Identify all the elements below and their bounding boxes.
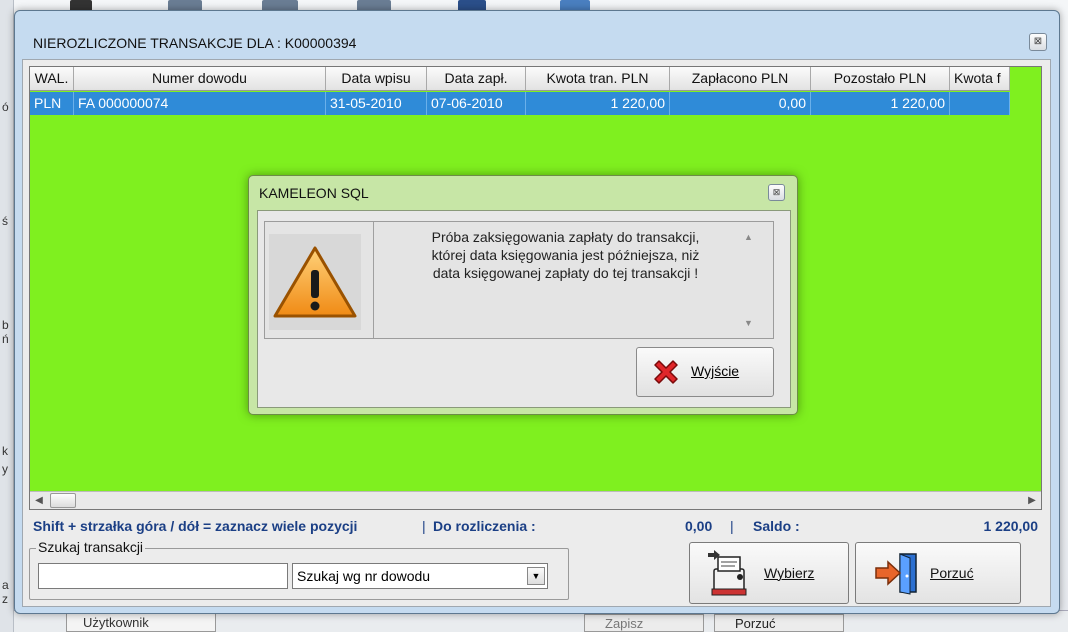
status-separator: | <box>730 518 734 534</box>
message-text: Próba zaksięgowania zapłaty do transakcj… <box>373 222 757 338</box>
message-line: data księgowanej zapłaty do tej transakc… <box>432 265 699 281</box>
search-group: Szukaj transakcji Szukaj wg nr dowodu ▼ <box>29 539 569 600</box>
scrollbar-thumb[interactable] <box>50 493 76 508</box>
abandon-button[interactable]: Porzuć <box>855 542 1021 604</box>
column-header-numer-dowodu[interactable]: Numer dowodu <box>74 67 326 90</box>
exit-door-icon <box>875 553 917 595</box>
search-mode-select[interactable]: Szukaj wg nr dowodu ▼ <box>292 563 548 589</box>
cell-zaplacono: 0,00 <box>670 92 811 115</box>
status-separator: | <box>422 518 426 534</box>
saldo-value: 1 220,00 <box>983 518 1039 534</box>
dialog-title: KAMELEON SQL <box>259 185 369 201</box>
grid-header: WAL. Numer dowodu Data wpisu Data zapł. … <box>30 67 1010 91</box>
background-save-button: Zapisz <box>584 614 704 632</box>
chevron-down-icon[interactable]: ▼ <box>527 567 545 585</box>
column-header-kwota-f[interactable]: Kwota f <box>950 67 1010 90</box>
message-panel: Próba zaksięgowania zapłaty do transakcj… <box>264 221 774 339</box>
printer-hand-icon <box>708 550 747 596</box>
do-rozliczenia-value: 0,00 <box>685 518 713 534</box>
column-header-kwota-tran[interactable]: Kwota tran. PLN <box>526 67 670 90</box>
multi-select-hint: Shift + strzałka góra / dół = zaznacz wi… <box>33 518 358 534</box>
column-header-pozostalo[interactable]: Pozostało PLN <box>811 67 950 90</box>
window-title: NIEROZLICZONE TRANSAKCJE DLA : K00000394 <box>33 35 357 51</box>
background-cancel-button: Porzuć <box>714 614 844 632</box>
warning-icon <box>273 246 357 318</box>
scroll-right-icon[interactable]: ▶ <box>1023 492 1041 509</box>
dialog-close-button[interactable]: ⊠ <box>768 184 785 201</box>
table-row[interactable]: PLN FA 000000074 31-05-2010 07-06-2010 1… <box>30 92 1010 115</box>
column-header-zaplacono[interactable]: Zapłacono PLN <box>670 67 811 90</box>
window-close-button[interactable]: ⊠ <box>1029 33 1047 51</box>
background-left-strip: ó ś b ń k y a z <box>0 0 14 632</box>
exit-button-label: Wyjście <box>691 363 740 379</box>
search-group-label: Szukaj transakcji <box>36 539 146 555</box>
select-button-label: Wybierz <box>764 565 815 581</box>
column-header-data-wpisu[interactable]: Data wpisu <box>326 67 427 90</box>
column-header-data-zaplaty[interactable]: Data zapł. <box>427 67 526 90</box>
message-line: Próba zaksięgowania zapłaty do transakcj… <box>431 229 700 245</box>
search-mode-value: Szukaj wg nr dowodu <box>297 568 431 584</box>
horizontal-scrollbar[interactable]: ◀ ▶ <box>30 491 1041 509</box>
cell-wal: PLN <box>30 92 74 115</box>
cell-kwota-tran: 1 220,00 <box>526 92 670 115</box>
cell-data-zaplaty: 07-06-2010 <box>427 92 526 115</box>
red-x-icon <box>654 360 678 384</box>
select-button[interactable]: Wybierz <box>689 542 849 604</box>
dialog-body: Próba zaksięgowania zapłaty do transakcj… <box>257 210 791 408</box>
message-scrollbar[interactable]: ▲ ▼ <box>741 222 757 338</box>
cell-numer-dowodu: FA 000000074 <box>74 92 326 115</box>
scroll-left-icon[interactable]: ◀ <box>30 492 48 509</box>
cell-kwota-f <box>950 92 1010 115</box>
warning-dialog: KAMELEON SQL ⊠ Próba zaksięgowania zapła… <box>248 175 798 415</box>
status-line: Shift + strzałka góra / dół = zaznacz wi… <box>29 518 1042 536</box>
abandon-button-label: Porzuć <box>930 565 974 581</box>
search-input[interactable] <box>38 563 288 589</box>
warning-icon-box <box>269 234 361 330</box>
scroll-down-icon[interactable]: ▼ <box>744 314 753 332</box>
saldo-label: Saldo : <box>753 518 800 534</box>
background-user-field: Użytkownik <box>66 612 216 632</box>
scroll-up-icon[interactable]: ▲ <box>744 228 753 246</box>
exit-button[interactable]: Wyjście <box>636 347 774 397</box>
message-line: której data księgowania jest późniejsza,… <box>431 247 700 263</box>
do-rozliczenia-label: Do rozliczenia : <box>433 518 536 534</box>
column-header-wal[interactable]: WAL. <box>30 67 74 90</box>
cell-pozostalo: 1 220,00 <box>811 92 950 115</box>
cell-data-wpisu: 31-05-2010 <box>326 92 427 115</box>
